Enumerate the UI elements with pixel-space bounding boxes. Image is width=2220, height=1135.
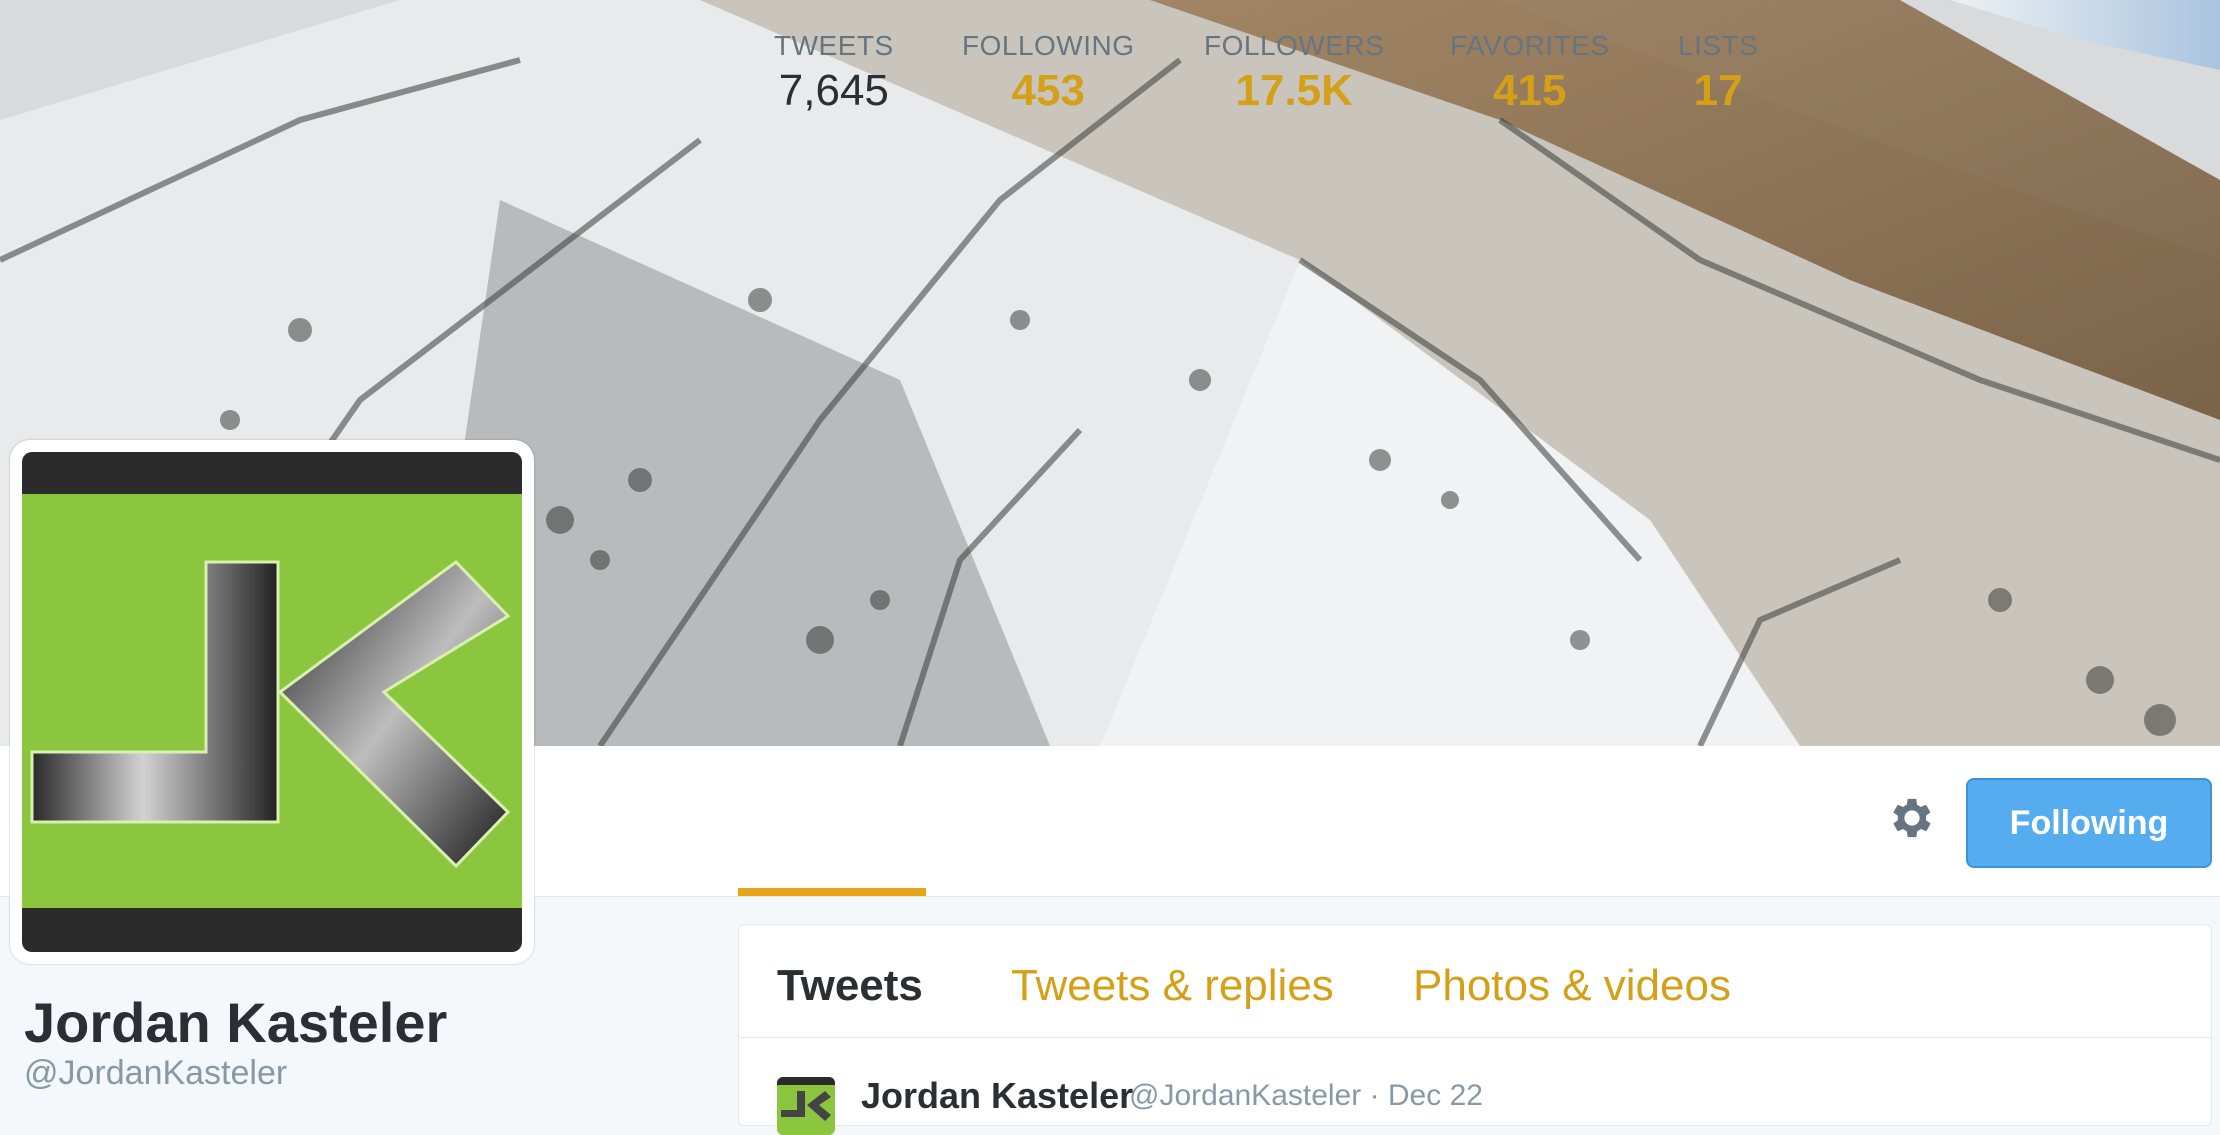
stat-tweets[interactable]: TWEETS 7,645 — [774, 30, 894, 116]
following-button[interactable]: Following — [1966, 778, 2212, 868]
profile-handle[interactable]: @JordanKasteler — [24, 1054, 287, 1093]
stat-lists-label: LISTS — [1678, 30, 1759, 61]
tab-tweets[interactable]: Tweets — [777, 961, 923, 1011]
stat-lists[interactable]: LISTS 17 — [1678, 30, 1758, 116]
stat-followers[interactable]: FOLLOWERS 17.5K — [1204, 30, 1384, 116]
stat-favorites-value: 415 — [1493, 66, 1567, 115]
stat-following-value: 453 — [1011, 66, 1085, 115]
tab-photos-videos[interactable]: Photos & videos — [1413, 961, 1731, 1011]
stat-following-label: FOLLOWING — [962, 30, 1135, 61]
stat-followers-value: 17.5K — [1235, 66, 1353, 115]
stat-favorites-label: FAVORITES — [1450, 30, 1610, 61]
tweet-item[interactable]: Jordan Kasteler @JordanKasteler · Dec 22 — [739, 1037, 2211, 1135]
gear-icon[interactable] — [1886, 792, 1938, 844]
tweet-avatar[interactable] — [777, 1077, 835, 1135]
timeline-tabs: Tweets Tweets & replies Photos & videos — [739, 925, 2211, 1038]
stat-lists-value: 17 — [1693, 66, 1743, 115]
stat-following[interactable]: FOLLOWING 453 — [962, 30, 1135, 116]
tweet-author-name[interactable]: Jordan Kasteler — [861, 1075, 1133, 1117]
tab-tweets-replies[interactable]: Tweets & replies — [1011, 961, 1334, 1011]
jk-logo-icon — [22, 452, 522, 952]
tweet-meta: @JordanKasteler · Dec 22 — [1129, 1079, 1483, 1112]
active-stat-underline — [738, 888, 926, 896]
stat-followers-label: FOLLOWERS — [1204, 30, 1385, 61]
profile-avatar[interactable] — [10, 440, 534, 964]
stat-tweets-value: 7,645 — [778, 66, 889, 115]
profile-name[interactable]: Jordan Kasteler — [24, 990, 447, 1055]
stat-favorites[interactable]: FAVORITES 415 — [1450, 30, 1610, 116]
stat-tweets-label: TWEETS — [774, 30, 894, 61]
